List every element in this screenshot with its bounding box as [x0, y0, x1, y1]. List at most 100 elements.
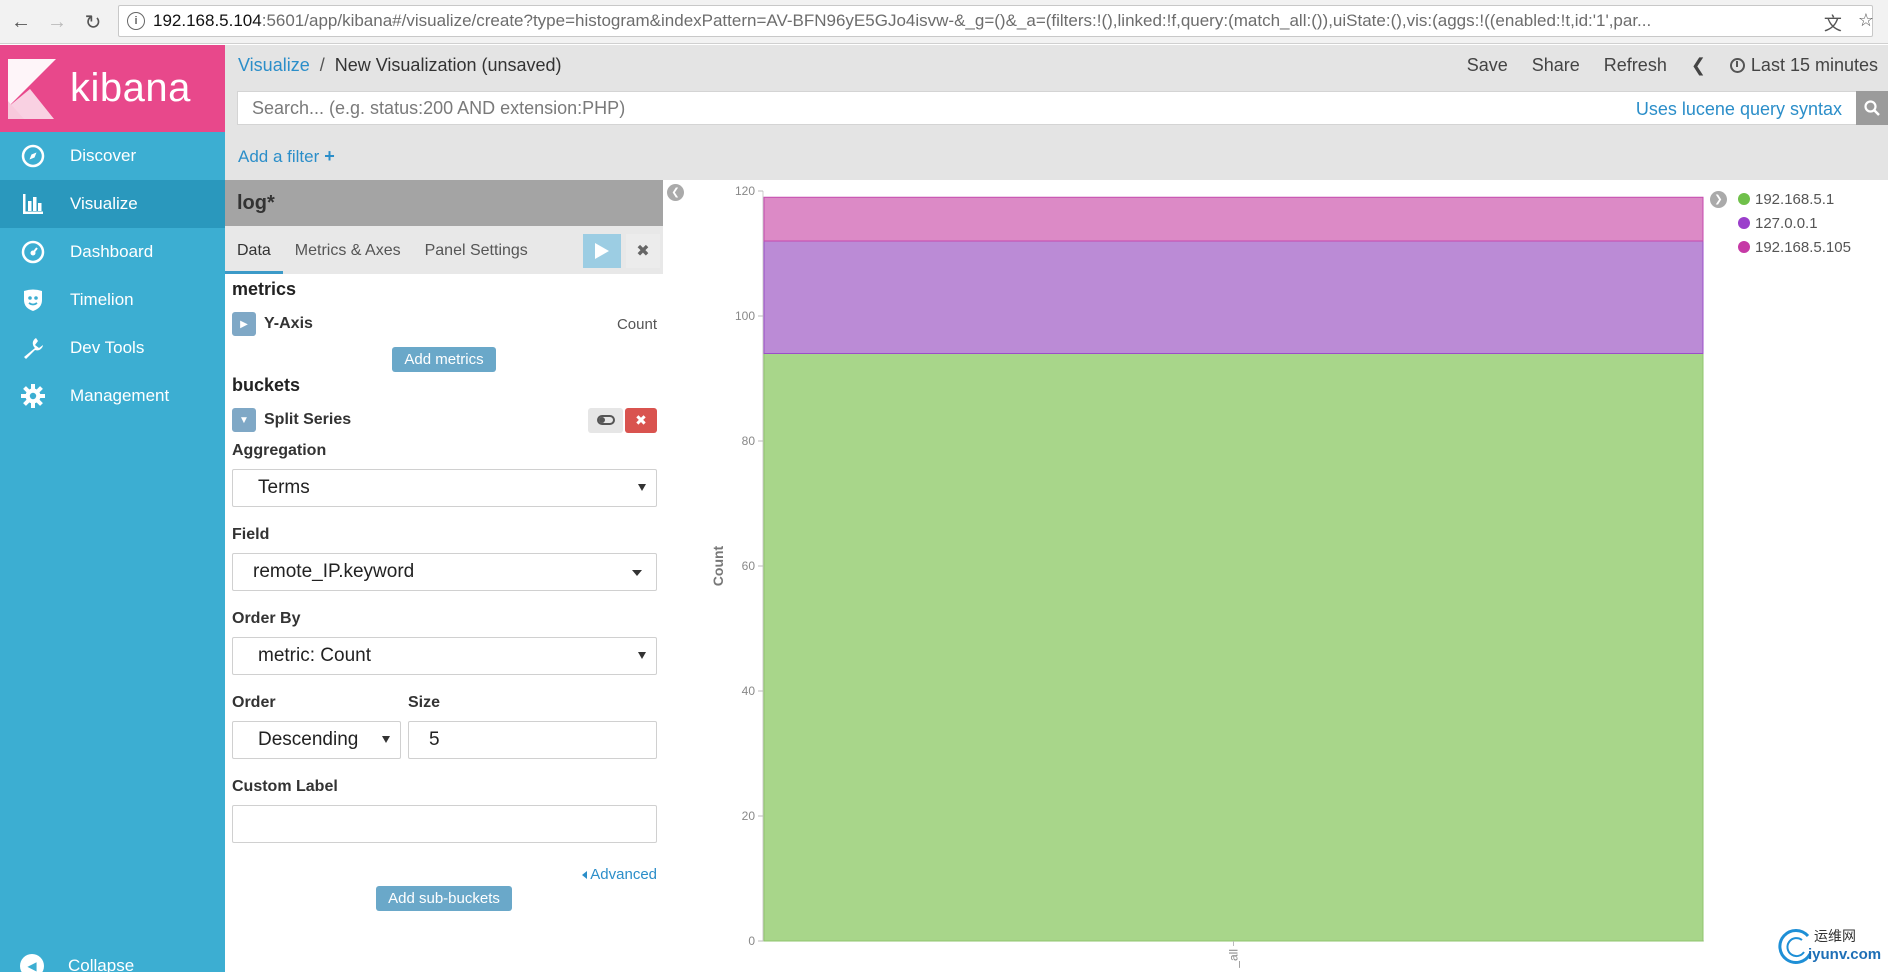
lucene-syntax-link[interactable]: Uses lucene query syntax	[1636, 99, 1842, 120]
gear-icon	[20, 383, 46, 409]
bar-segment	[763, 353, 1704, 942]
advanced-toggle-link[interactable]: Advanced	[582, 866, 657, 883]
url-host: 192.168.5.104	[153, 11, 262, 30]
legend-label: 127.0.0.1	[1755, 214, 1818, 232]
stacked-bar-chart: 0 20 40 60 80 100 120 Count _all	[710, 184, 1704, 969]
buckets-heading: buckets	[232, 375, 301, 395]
time-picker[interactable]: Last 15 minutes	[1729, 55, 1878, 76]
tab-panel-settings[interactable]: Panel Settings	[413, 242, 540, 274]
sidebar-item-visualize[interactable]: Visualize	[0, 180, 225, 228]
sidebar-item-dashboard[interactable]: Dashboard	[0, 228, 225, 276]
plus-icon: +	[324, 145, 335, 166]
tab-data[interactable]: Data	[225, 242, 283, 274]
y-tick-label: 40	[742, 684, 756, 698]
watermark-en: iyunv.com	[1808, 946, 1882, 963]
sidebar-item-management[interactable]: Management	[0, 372, 225, 420]
legend-item[interactable]: 192.168.5.1	[1738, 187, 1851, 211]
chevron-right-icon[interactable]: ▶	[232, 312, 256, 336]
legend-toggle-button[interactable]: ❯	[1710, 191, 1727, 208]
size-input[interactable]: 5	[408, 721, 657, 759]
page-title: New Visualization (unsaved)	[334, 55, 562, 75]
forward-arrow-icon[interactable]: →	[42, 7, 72, 37]
y-tick-label: 80	[742, 434, 756, 448]
sidebar-item-label: Visualize	[70, 194, 138, 213]
search-button[interactable]	[1856, 91, 1888, 125]
metric-agg-label: Y-Axis	[264, 315, 313, 332]
filter-bar: Add a filter +	[225, 132, 1888, 180]
bar-chart-icon	[20, 191, 46, 217]
toggle-agg-button[interactable]	[588, 407, 623, 433]
remove-agg-button[interactable]: ✖	[625, 407, 657, 433]
collapse-sidebar-button[interactable]: ◀ Collapse	[20, 954, 134, 972]
aggregation-select[interactable]: Terms	[232, 469, 657, 507]
translate-icon[interactable]: 文	[1824, 10, 1842, 36]
chart-legend: 192.168.5.1 127.0.0.1 192.168.5.105	[1738, 187, 1851, 259]
reload-icon[interactable]: ↻	[78, 7, 108, 37]
legend-item[interactable]: 192.168.5.105	[1738, 235, 1851, 259]
field-label: Field	[232, 526, 270, 543]
order-label: Order	[232, 694, 276, 711]
legend-item[interactable]: 127.0.0.1	[1738, 211, 1851, 235]
aggregation-label: Aggregation	[232, 442, 327, 459]
collapse-label: Collapse	[68, 956, 135, 972]
discard-changes-button[interactable]: ✖	[626, 234, 660, 268]
sidebar-item-dev-tools[interactable]: Dev Tools	[0, 324, 225, 372]
bucket-agg-header[interactable]: ▼ Split Series ✖	[232, 407, 657, 433]
search-input[interactable]: Search... (e.g. status:200 AND extension…	[237, 91, 1857, 125]
wrench-icon	[20, 335, 46, 361]
legend-swatch	[1738, 217, 1750, 229]
advanced-label: Advanced	[590, 866, 657, 883]
order-select[interactable]: Descending	[232, 721, 401, 759]
custom-label-input[interactable]	[232, 805, 657, 843]
order-by-label: Order By	[232, 610, 301, 627]
chevron-down-icon[interactable]: ▼	[232, 408, 256, 432]
bucket-agg-label: Split Series	[264, 411, 352, 428]
add-filter-label: Add a filter	[238, 146, 320, 166]
compass-icon	[20, 143, 46, 169]
tab-metrics-axes[interactable]: Metrics & Axes	[283, 242, 413, 274]
address-bar[interactable]: i 192.168.5.104:5601/app/kibana#/visuali…	[118, 5, 1873, 37]
play-icon	[595, 243, 609, 259]
add-filter-button[interactable]: Add a filter +	[238, 146, 335, 167]
caret-down-icon	[632, 570, 642, 576]
refresh-button[interactable]: Refresh	[1604, 55, 1667, 76]
toggle-icon	[596, 415, 615, 425]
time-range-label: Last 15 minutes	[1750, 55, 1878, 75]
watermark-cn: 运维网	[1814, 928, 1856, 944]
caret-left-icon	[582, 870, 588, 879]
close-icon: ✖	[636, 243, 650, 260]
save-button[interactable]: Save	[1467, 55, 1508, 76]
y-tick-label: 120	[735, 184, 755, 198]
kibana-logo[interactable]: kibana	[0, 45, 225, 132]
back-arrow-icon[interactable]: ←	[6, 7, 36, 37]
order-by-select[interactable]: metric: Count	[232, 637, 657, 675]
field-select[interactable]: remote_IP.keyword	[232, 553, 657, 591]
vis-editor-sidebar: log* Data Metrics & Axes Panel Settings …	[225, 180, 663, 972]
legend-label: 192.168.5.105	[1755, 238, 1851, 256]
clock-icon	[1729, 58, 1745, 73]
kibana-logo-icon	[8, 58, 56, 119]
info-icon[interactable]: i	[127, 12, 145, 30]
add-metrics-button[interactable]: Add metrics	[392, 347, 496, 372]
index-pattern-title: log*	[225, 180, 663, 226]
add-sub-buckets-button[interactable]: Add sub-buckets	[376, 886, 512, 911]
bookmark-star-icon[interactable]: ☆	[1858, 10, 1874, 36]
caret-down-icon	[638, 652, 646, 659]
breadcrumb-visualize[interactable]: Visualize	[238, 55, 310, 76]
metric-agg-header[interactable]: ▶ Y-Axis Count	[232, 311, 657, 337]
caret-down-icon	[638, 484, 646, 491]
metrics-heading: metrics	[232, 279, 297, 299]
share-button[interactable]: Share	[1532, 55, 1580, 76]
sidebar-item-timelion[interactable]: Timelion	[0, 276, 225, 324]
y-tick-label: 20	[742, 809, 756, 823]
visualization-panel: ❮ 0 20 40 60 80 100 120 Count _all ❯ 192.168.5.1…	[663, 180, 1888, 972]
sidebar-item-discover[interactable]: Discover	[0, 132, 225, 180]
chevron-left-icon: ◀	[20, 954, 44, 972]
chevron-left-icon[interactable]: ❮	[1691, 55, 1706, 76]
sidebar-item-label: Timelion	[70, 290, 134, 309]
sidebar-item-label: Discover	[70, 146, 137, 165]
bar-segment	[763, 240, 1704, 354]
legend-label: 192.168.5.1	[1755, 190, 1835, 208]
apply-changes-button[interactable]	[583, 234, 621, 268]
url-path: :5601/app/kibana#/visualize/create?type=…	[261, 11, 1652, 30]
